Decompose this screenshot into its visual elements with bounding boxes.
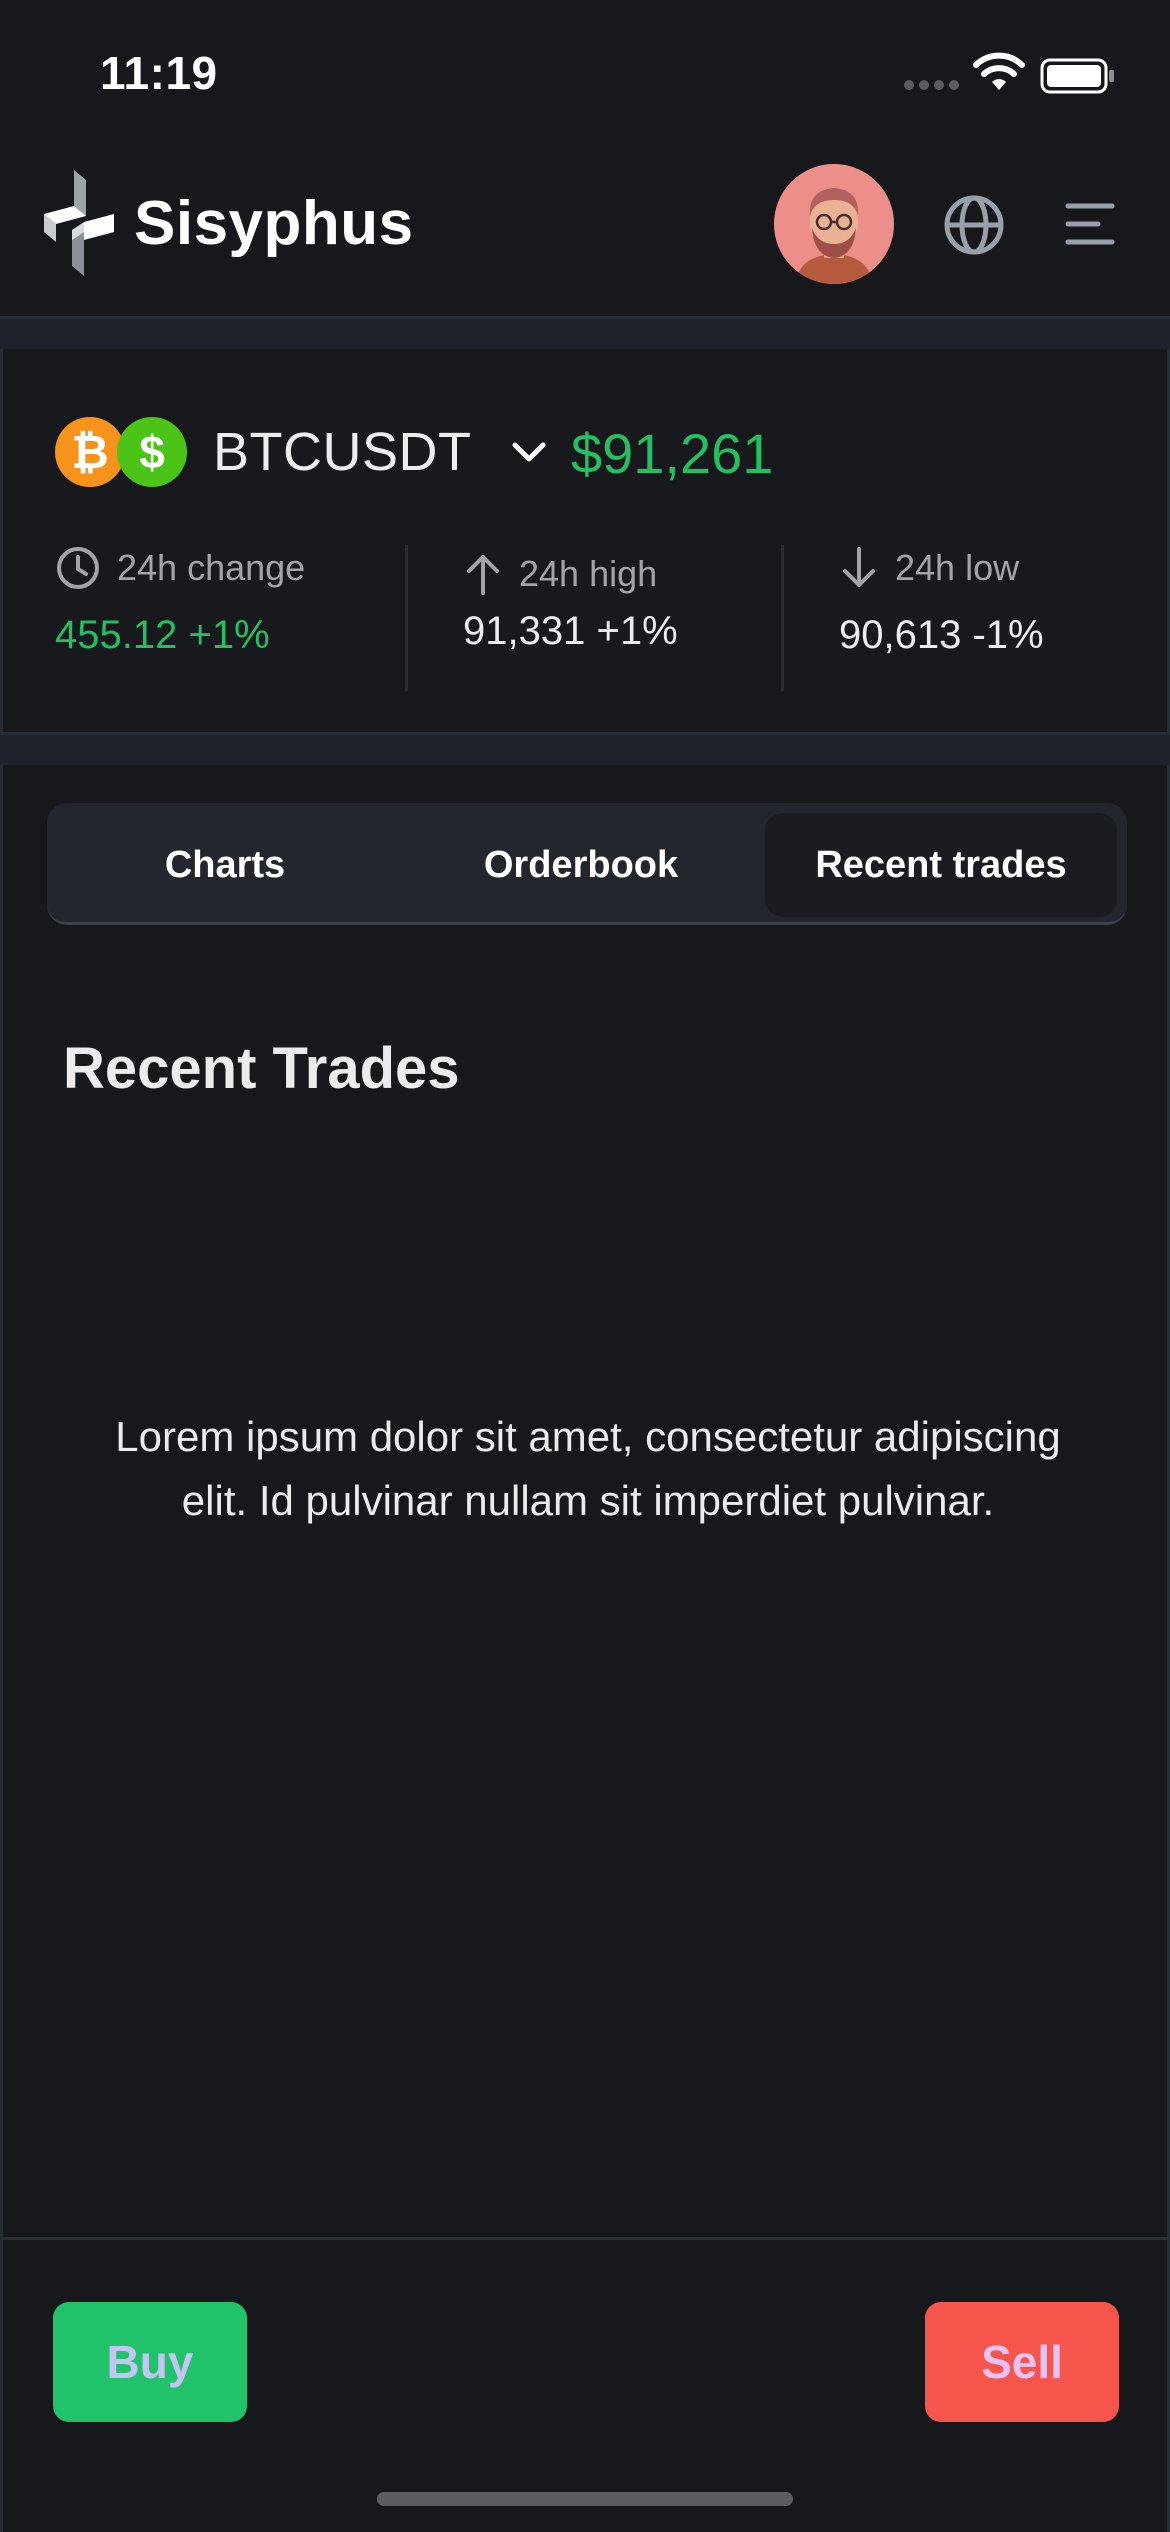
- sell-button[interactable]: Sell: [925, 2302, 1119, 2422]
- buy-button[interactable]: Buy: [53, 2302, 247, 2422]
- status-time: 11:19: [100, 47, 218, 99]
- chevron-down-icon[interactable]: [509, 437, 549, 467]
- avatar[interactable]: [774, 164, 894, 284]
- signal-icon: [904, 80, 960, 90]
- tab-recent-trades[interactable]: Recent trades: [765, 813, 1117, 917]
- stat-label: 24h change: [117, 547, 306, 588]
- main-panel: Charts Orderbook Recent trades Recent Tr…: [0, 765, 1170, 2237]
- arrow-down-icon: [843, 547, 875, 587]
- arrow-up-icon: [467, 555, 499, 595]
- tab-bar: Charts Orderbook Recent trades: [47, 803, 1127, 925]
- footer-bar: Buy Sell: [0, 2237, 1170, 2532]
- home-indicator: [377, 2492, 793, 2506]
- app-header: Sisyphus: [0, 150, 1170, 316]
- clock-icon: [57, 547, 99, 589]
- stat-24h-change: 24h change 455.12 +1%: [55, 545, 385, 685]
- divider: [0, 316, 1170, 352]
- pair-name[interactable]: BTCUSDT: [213, 421, 472, 483]
- ticker-card: ₿ $ BTCUSDT $91,261 24h change 455.12 +1…: [0, 349, 1170, 732]
- globe-icon[interactable]: [942, 193, 1006, 257]
- bitcoin-icon: ₿: [55, 417, 125, 487]
- pair-price: $91,261: [571, 422, 774, 485]
- logo-icon[interactable]: [44, 170, 114, 276]
- avatar-image: [774, 164, 894, 284]
- divider: [405, 545, 408, 691]
- wifi-icon: [973, 52, 1025, 90]
- tab-orderbook[interactable]: Orderbook: [413, 813, 749, 917]
- section-title: Recent Trades: [63, 1036, 460, 1101]
- divider: [0, 732, 1170, 768]
- tab-charts[interactable]: Charts: [57, 813, 393, 917]
- stat-value: 91,331 +1%: [463, 609, 678, 653]
- stat-24h-high: 24h high 91,331 +1%: [463, 545, 763, 685]
- dollar-icon: $: [117, 417, 187, 487]
- battery-icon: [1040, 58, 1114, 94]
- status-bar: 11:19: [0, 0, 1170, 150]
- stat-value: 90,613 -1%: [839, 613, 1044, 657]
- menu-icon[interactable]: [1062, 200, 1118, 248]
- stat-value: 455.12 +1%: [55, 613, 270, 657]
- divider: [781, 545, 784, 691]
- stat-24h-low: 24h low 90,613 -1%: [839, 545, 1139, 685]
- section-body: Lorem ipsum dolor sit amet, consectetur …: [115, 1413, 1061, 1524]
- stat-label: 24h high: [519, 553, 658, 594]
- brand-name: Sisyphus: [134, 189, 414, 258]
- stat-label: 24h low: [895, 547, 1020, 588]
